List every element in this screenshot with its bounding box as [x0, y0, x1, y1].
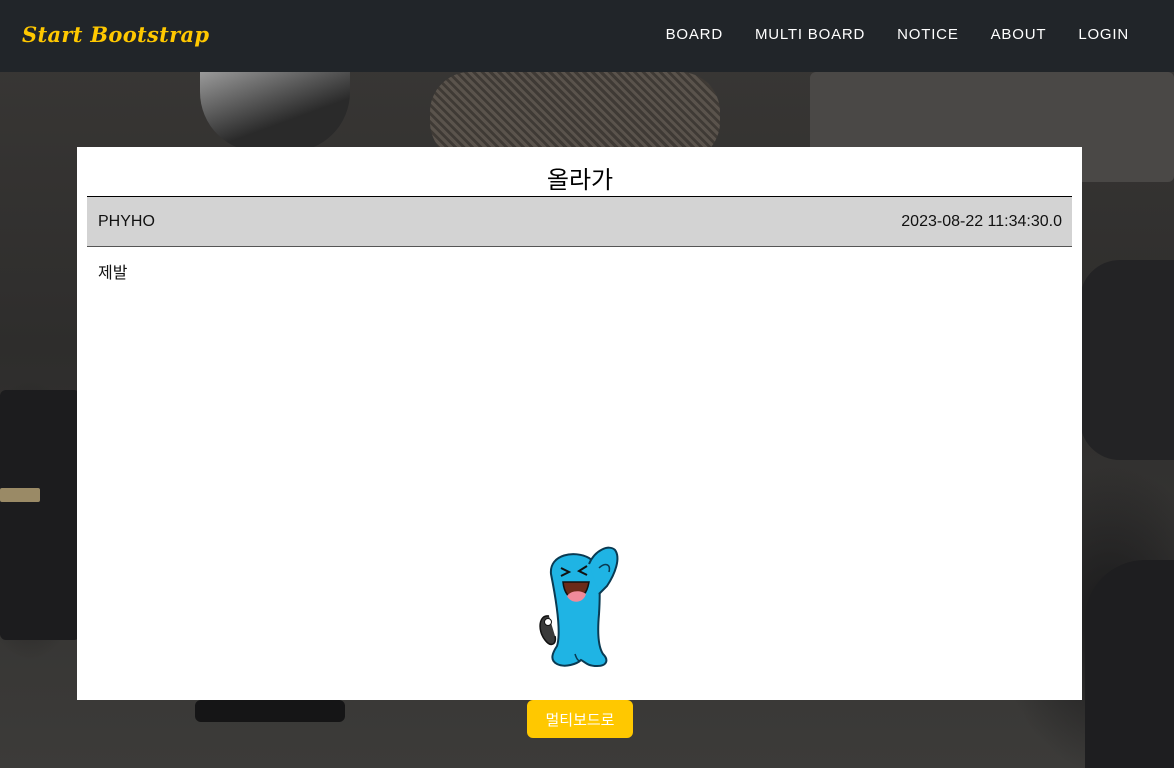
back-to-multiboard-button[interactable]: 멀티보드로: [527, 700, 633, 738]
wobbuffet-character-image: [539, 546, 619, 668]
nav-link-board[interactable]: BOARD: [666, 26, 723, 43]
nav-link-multi-board[interactable]: MULTI BOARD: [755, 26, 865, 43]
post-content: 제발: [98, 263, 128, 282]
nav-link-about[interactable]: ABOUT: [991, 26, 1047, 43]
post-title: 올라가: [546, 166, 614, 194]
post-meta-row: PHYHO 2023-08-22 11:34:30.0: [87, 196, 1072, 247]
post-author: PHYHO: [98, 213, 155, 230]
nav-links: BOARD MULTI BOARD NOTICE ABOUT LOGIN: [634, 26, 1129, 43]
top-navbar: Start Bootstrap BOARD MULTI BOARD NOTICE…: [0, 0, 1174, 72]
nav-link-notice[interactable]: NOTICE: [897, 26, 958, 43]
post-date: 2023-08-22 11:34:30.0: [901, 213, 1062, 230]
nav-link-login[interactable]: LOGIN: [1078, 26, 1129, 43]
brand-logo[interactable]: Start Bootstrap: [22, 22, 209, 47]
